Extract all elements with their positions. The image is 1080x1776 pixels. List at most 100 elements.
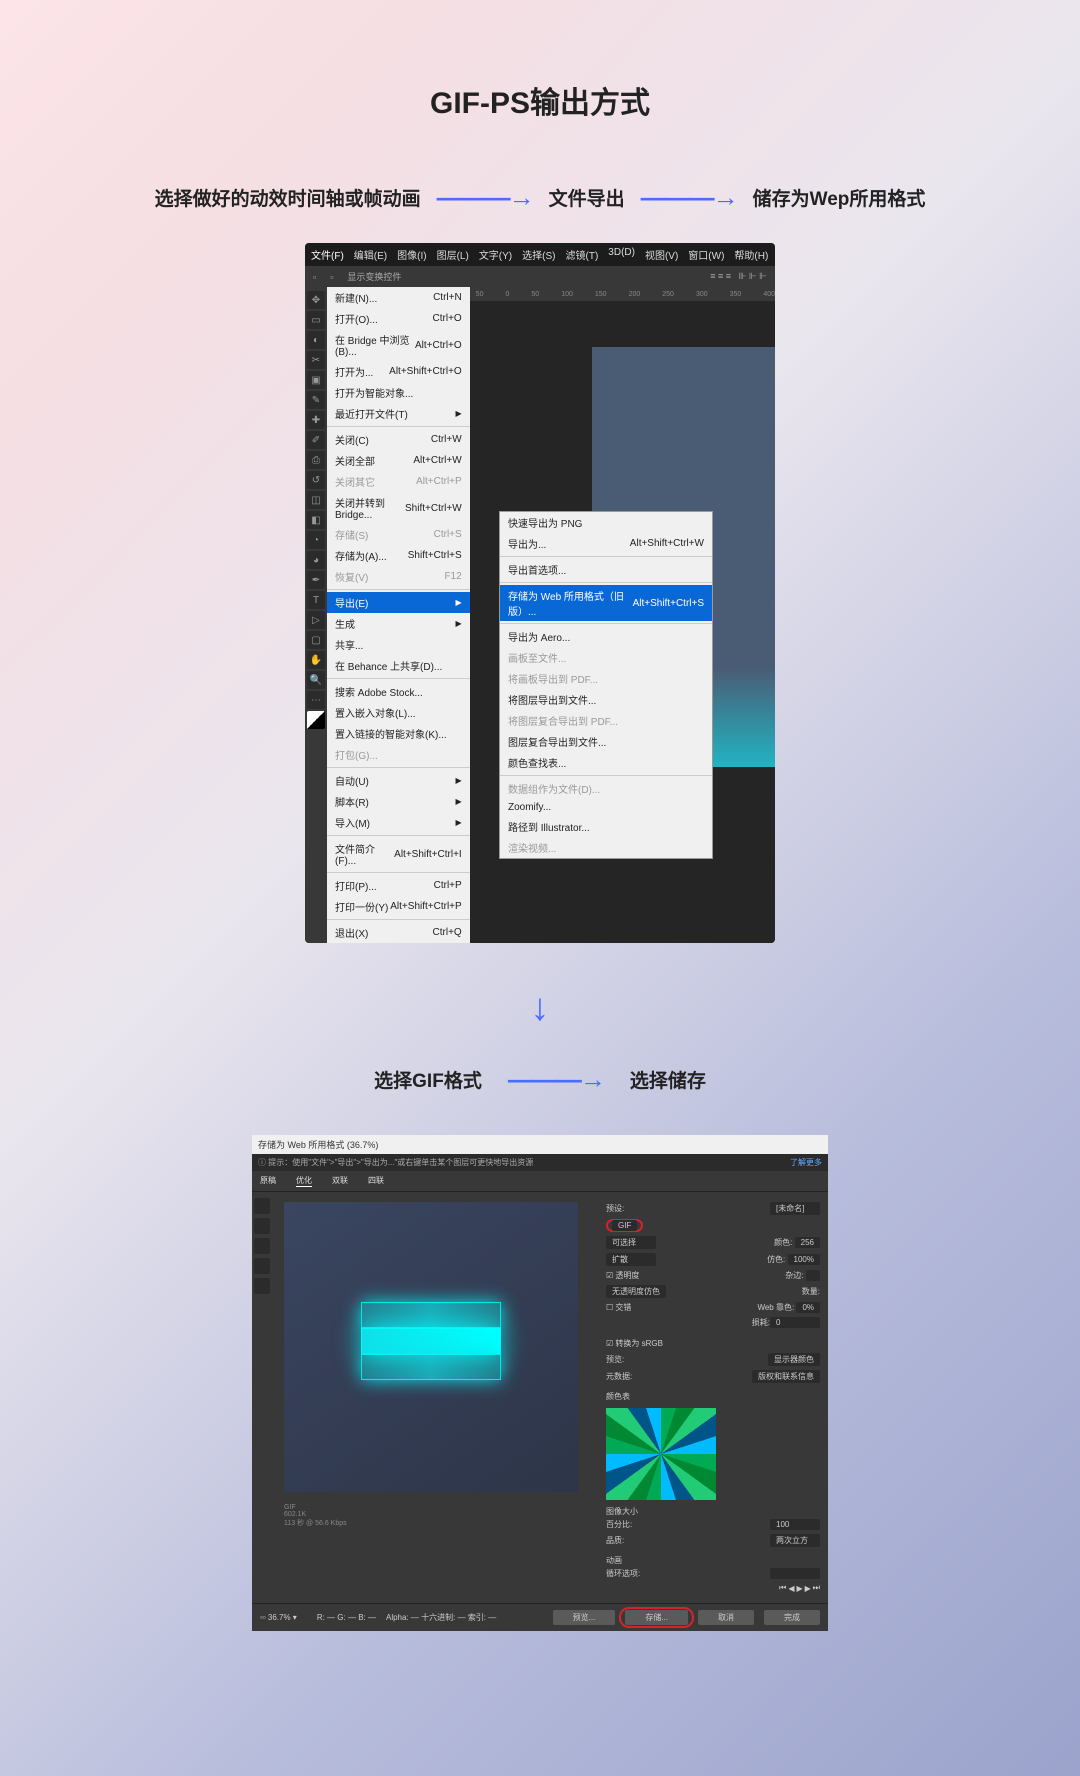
shape-tool-icon[interactable]: ▢ bbox=[307, 631, 325, 649]
submenu-item[interactable]: 渲染视频... bbox=[500, 837, 712, 858]
menu-item[interactable]: 打印(P)...Ctrl+P bbox=[327, 875, 470, 896]
submenu-item[interactable]: 快速导出为 PNG bbox=[500, 512, 712, 533]
save-button[interactable]: 存储... bbox=[625, 1610, 688, 1625]
menu-item[interactable]: 打开为...Alt+Shift+Ctrl+O bbox=[327, 361, 470, 382]
interlaced-check[interactable]: 交错 bbox=[615, 1303, 631, 1312]
marquee-tool-icon[interactable]: ▭ bbox=[307, 311, 325, 329]
anim-last-icon[interactable]: ⏭ bbox=[813, 1583, 820, 1593]
tab-4up[interactable]: 四联 bbox=[368, 1175, 384, 1187]
menu-file[interactable]: 文件(F) bbox=[311, 247, 344, 262]
cancel-button[interactable]: 取消 bbox=[698, 1610, 754, 1625]
brush-tool-icon[interactable]: ✐ bbox=[307, 431, 325, 449]
menu-filter[interactable]: 滤镜(T) bbox=[566, 247, 599, 262]
menu-item[interactable]: 关闭(C)Ctrl+W bbox=[327, 429, 470, 450]
menu-item[interactable]: 搜索 Adobe Stock... bbox=[327, 681, 470, 702]
menu-item[interactable]: 关闭并转到 Bridge...Shift+Ctrl+W bbox=[327, 492, 470, 524]
anim-next-icon[interactable]: ▶ bbox=[805, 1584, 811, 1593]
eraser-tool-icon[interactable]: ◫ bbox=[307, 491, 325, 509]
tab-2up[interactable]: 双联 bbox=[332, 1175, 348, 1187]
menu-item[interactable]: 自动(U) ▶ bbox=[327, 770, 470, 791]
pen-tool-icon[interactable]: ✒ bbox=[307, 571, 325, 589]
eyedropper-icon[interactable] bbox=[254, 1258, 270, 1274]
submenu-item[interactable]: 导出为 Aero... bbox=[500, 626, 712, 647]
matte-select[interactable] bbox=[806, 1270, 820, 1281]
menu-item[interactable]: 导出(E) ▶ bbox=[327, 592, 470, 613]
menu-item[interactable]: 生成 ▶ bbox=[327, 613, 470, 634]
submenu-item[interactable]: 将图层导出到文件... bbox=[500, 689, 712, 710]
menu-window[interactable]: 窗口(W) bbox=[688, 247, 724, 262]
menu-select[interactable]: 选择(S) bbox=[522, 247, 555, 262]
menu-item[interactable]: 导入(M) ▶ bbox=[327, 812, 470, 833]
more-tool-icon[interactable]: ⋯ bbox=[307, 691, 325, 709]
menu-item[interactable]: 打开(O)...Ctrl+O bbox=[327, 308, 470, 329]
menu-item[interactable]: 脚本(R) ▶ bbox=[327, 791, 470, 812]
path-tool-icon[interactable]: ▷ bbox=[307, 611, 325, 629]
learn-more-link[interactable]: 了解更多 bbox=[790, 1157, 822, 1168]
eyedropper-tool-icon[interactable]: ✎ bbox=[307, 391, 325, 409]
tab-original[interactable]: 原稿 bbox=[260, 1175, 276, 1187]
menu-layer[interactable]: 图层(L) bbox=[437, 247, 469, 262]
colors-field[interactable]: 256 bbox=[795, 1237, 820, 1248]
submenu-item[interactable]: 颜色查找表... bbox=[500, 752, 712, 773]
done-button[interactable]: 完成 bbox=[764, 1610, 820, 1625]
history-tool-icon[interactable]: ↺ bbox=[307, 471, 325, 489]
menu-item[interactable]: 存储(S)Ctrl+S bbox=[327, 524, 470, 545]
transparency-check[interactable]: 透明度 bbox=[615, 1271, 639, 1280]
menu-item[interactable]: 关闭其它Alt+Ctrl+P bbox=[327, 471, 470, 492]
menu-view[interactable]: 视图(V) bbox=[645, 247, 678, 262]
type-tool-icon[interactable]: T bbox=[307, 591, 325, 609]
websafe-field[interactable]: 0% bbox=[796, 1302, 820, 1313]
menu-item[interactable]: 最近打开文件(T) ▶ bbox=[327, 403, 470, 424]
dodge-tool-icon[interactable]: ◕ bbox=[307, 551, 325, 569]
menu-item[interactable]: 存储为(A)...Shift+Ctrl+S bbox=[327, 545, 470, 566]
menu-item[interactable]: 在 Behance 上共享(D)... bbox=[327, 655, 470, 676]
blur-tool-icon[interactable]: ◔ bbox=[307, 531, 325, 549]
lasso-tool-icon[interactable]: ◐ bbox=[307, 331, 325, 349]
anim-first-icon[interactable]: ⏮ bbox=[779, 1583, 786, 1593]
gradient-tool-icon[interactable]: ◧ bbox=[307, 511, 325, 529]
menu-item[interactable]: 置入嵌入对象(L)... bbox=[327, 702, 470, 723]
submenu-item[interactable]: Zoomify... bbox=[500, 799, 712, 816]
submenu-item[interactable]: 导出首选项... bbox=[500, 559, 712, 580]
frame-tool-icon[interactable]: ▣ bbox=[307, 371, 325, 389]
submenu-item[interactable]: 数据组作为文件(D)... bbox=[500, 778, 712, 799]
submenu-item[interactable]: 将图层复合导出到 PDF... bbox=[500, 710, 712, 731]
menu-item[interactable]: 退出(X)Ctrl+Q bbox=[327, 922, 470, 943]
zoom-icon[interactable] bbox=[254, 1238, 270, 1254]
color-swatch-icon[interactable] bbox=[307, 711, 325, 729]
menu-item[interactable]: 共享... bbox=[327, 634, 470, 655]
menu-item[interactable]: 打印一份(Y)Alt+Shift+Ctrl+P bbox=[327, 896, 470, 917]
menu-item[interactable]: 文件简介(F)...Alt+Shift+Ctrl+I bbox=[327, 838, 470, 870]
menu-item[interactable]: 打开为智能对象... bbox=[327, 382, 470, 403]
menu-type[interactable]: 文字(Y) bbox=[479, 247, 512, 262]
srgb-check[interactable]: 转换为 sRGB bbox=[615, 1339, 663, 1348]
menu-help[interactable]: 帮助(H) bbox=[734, 247, 768, 262]
preset-select[interactable]: [未命名] bbox=[770, 1202, 820, 1215]
zoom-tool-icon[interactable]: 🔍 bbox=[307, 671, 325, 689]
menu-item[interactable]: 关闭全部Alt+Ctrl+W bbox=[327, 450, 470, 471]
menu-item[interactable]: 打包(G)... bbox=[327, 744, 470, 765]
hand-tool-icon[interactable]: ✋ bbox=[307, 651, 325, 669]
submenu-item[interactable]: 画板至文件... bbox=[500, 647, 712, 668]
menu-image[interactable]: 图像(I) bbox=[397, 247, 426, 262]
dither-amount[interactable]: 100% bbox=[788, 1254, 820, 1265]
tab-optimized[interactable]: 优化 bbox=[296, 1175, 312, 1187]
anim-play-icon[interactable]: ▶ bbox=[796, 1584, 802, 1593]
submenu-item[interactable]: 图层复合导出到文件... bbox=[500, 731, 712, 752]
color-icon[interactable] bbox=[254, 1278, 270, 1294]
dither-select[interactable]: 扩散 bbox=[606, 1253, 656, 1266]
quality-select[interactable]: 两次立方 bbox=[770, 1534, 820, 1547]
percent-field[interactable]: 100 bbox=[770, 1519, 820, 1530]
menu-item[interactable]: 置入链接的智能对象(K)... bbox=[327, 723, 470, 744]
submenu-item[interactable]: 导出为...Alt+Shift+Ctrl+W bbox=[500, 533, 712, 554]
anim-prev-icon[interactable]: ◀ bbox=[788, 1584, 794, 1593]
preview-button[interactable]: 预览... bbox=[553, 1610, 616, 1625]
preview-select[interactable]: 显示器颜色 bbox=[768, 1353, 820, 1366]
format-select[interactable]: GIF bbox=[612, 1220, 637, 1231]
menu-3d[interactable]: 3D(D) bbox=[608, 247, 635, 262]
menu-item[interactable]: 新建(N)...Ctrl+N bbox=[327, 287, 470, 308]
heal-tool-icon[interactable]: ✚ bbox=[307, 411, 325, 429]
submenu-item[interactable]: 将画板导出到 PDF... bbox=[500, 668, 712, 689]
menu-edit[interactable]: 编辑(E) bbox=[354, 247, 387, 262]
move-tool-icon[interactable]: ✥ bbox=[307, 291, 325, 309]
